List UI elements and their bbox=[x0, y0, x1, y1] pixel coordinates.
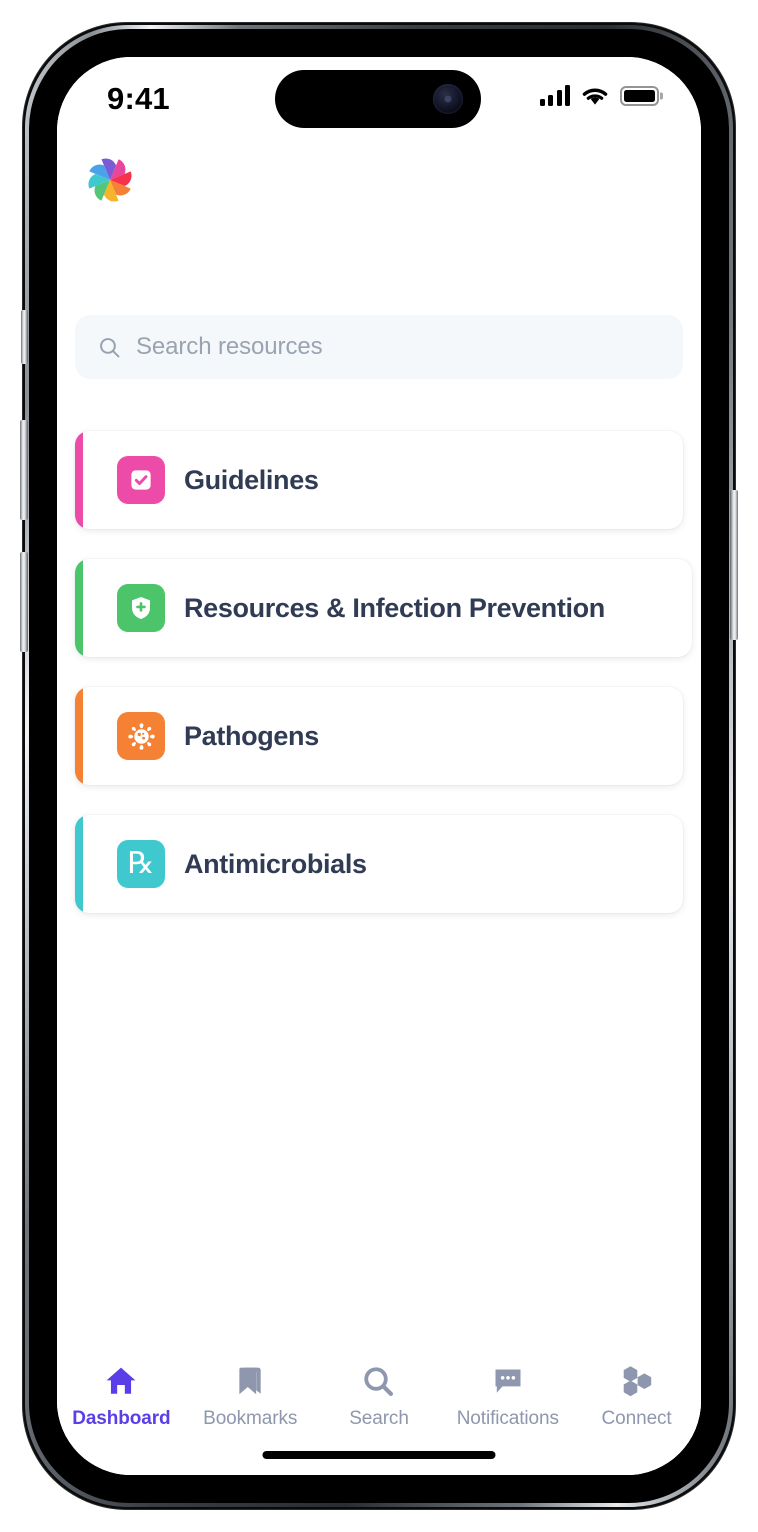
app-content: Search resources Guidelines Resources & … bbox=[57, 57, 701, 1475]
bookmark-icon bbox=[234, 1363, 267, 1399]
search-input[interactable]: Search resources bbox=[75, 315, 683, 379]
tab-label: Dashboard bbox=[72, 1408, 171, 1429]
cellular-signal-icon bbox=[539, 85, 570, 106]
tab-bookmarks[interactable]: Bookmarks bbox=[186, 1363, 315, 1430]
card-antimicrobials[interactable]: ℞ Antimicrobials bbox=[75, 815, 683, 913]
card-label: Pathogens bbox=[184, 720, 319, 751]
card-guidelines[interactable]: Guidelines bbox=[75, 431, 683, 529]
home-icon bbox=[103, 1363, 139, 1399]
tab-label: Search bbox=[349, 1408, 409, 1429]
tab-label: Notifications bbox=[456, 1408, 559, 1429]
virus-icon bbox=[117, 712, 165, 760]
tab-connect[interactable]: Connect bbox=[572, 1363, 701, 1430]
search-icon bbox=[361, 1363, 396, 1399]
status-bar-indicators bbox=[539, 85, 659, 106]
search-icon bbox=[100, 337, 120, 357]
hexagon-cluster-icon bbox=[618, 1363, 656, 1399]
checkbox-check-icon bbox=[117, 456, 165, 504]
screenshot-root: 9:41 Search resources Guidelines Resourc… bbox=[0, 0, 758, 1532]
home-indicator[interactable] bbox=[262, 1451, 496, 1459]
prescription-rx-icon: ℞ bbox=[117, 840, 165, 888]
shield-plus-icon bbox=[117, 584, 165, 632]
category-card-list: Guidelines Resources & Infection Prevent… bbox=[75, 431, 692, 943]
app-logo-pinwheel-icon bbox=[88, 158, 132, 202]
svg-text:℞: ℞ bbox=[128, 847, 155, 880]
volume-up-button[interactable] bbox=[20, 420, 28, 520]
card-accent-bar bbox=[75, 431, 83, 529]
chat-bubble-icon bbox=[490, 1363, 526, 1399]
volume-down-button[interactable] bbox=[20, 552, 28, 652]
tab-dashboard[interactable]: Dashboard bbox=[57, 1363, 186, 1430]
tab-search[interactable]: Search bbox=[315, 1363, 444, 1430]
wifi-icon bbox=[582, 88, 608, 105]
search-placeholder: Search resources bbox=[136, 333, 323, 360]
silent-switch-button[interactable] bbox=[21, 310, 28, 364]
phone-screen: 9:41 Search resources Guidelines Resourc… bbox=[57, 57, 701, 1475]
status-bar-time: 9:41 bbox=[107, 81, 170, 116]
card-label: Guidelines bbox=[184, 464, 319, 495]
power-button[interactable] bbox=[730, 490, 738, 640]
card-accent-bar bbox=[75, 687, 83, 785]
card-label: Antimicrobials bbox=[184, 848, 367, 879]
card-label: Resources & Infection Prevention bbox=[184, 592, 605, 623]
card-accent-bar bbox=[75, 815, 83, 913]
tab-label: Connect bbox=[601, 1408, 672, 1429]
card-resources-infection-prevention[interactable]: Resources & Infection Prevention bbox=[75, 559, 692, 657]
battery-full-icon bbox=[620, 85, 659, 106]
tab-label: Bookmarks bbox=[203, 1408, 298, 1429]
card-pathogens[interactable]: Pathogens bbox=[75, 687, 683, 785]
dynamic-island bbox=[275, 70, 481, 128]
card-accent-bar bbox=[75, 559, 83, 657]
front-camera-icon bbox=[433, 84, 463, 114]
tab-notifications[interactable]: Notifications bbox=[443, 1363, 572, 1430]
